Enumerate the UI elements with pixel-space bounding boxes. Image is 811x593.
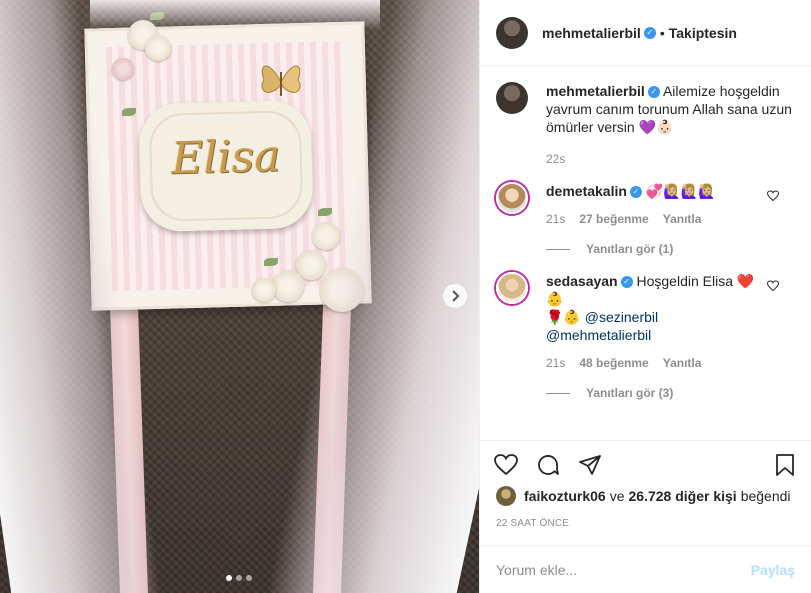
caption: mehmetalierbil ✓ Ailemize hoşgeldin yavru… xyxy=(496,82,795,168)
comment-likes[interactable]: 48 beğenme xyxy=(579,354,648,372)
comment: sedasayan ✓ Hoşgeldin Elisa ❤️👶 🌹👶 @sezin… xyxy=(496,272,795,402)
comment-time: 21s xyxy=(546,356,566,370)
view-replies-button[interactable]: Yanıtları gör (1) xyxy=(546,240,795,258)
leaf xyxy=(264,258,278,266)
carousel-dot xyxy=(246,575,252,581)
butterfly-decoration xyxy=(261,65,301,96)
commenter-avatar[interactable] xyxy=(496,272,528,304)
post-comment-button[interactable]: Paylaş xyxy=(751,562,795,578)
author-username[interactable]: mehmetalierbil xyxy=(542,25,641,41)
save-button[interactable] xyxy=(771,451,799,479)
carousel-dots xyxy=(226,575,252,581)
paper-flower xyxy=(252,278,276,302)
caption-time: 22s xyxy=(546,152,566,166)
carousel-dot-active xyxy=(226,575,232,581)
liker-avatar[interactable] xyxy=(496,486,516,506)
carousel-dot xyxy=(236,575,242,581)
author-avatar[interactable] xyxy=(496,16,528,49)
paper-flower xyxy=(112,58,134,80)
paper-flower xyxy=(145,35,171,61)
view-replies-label: Yanıtları gör (1) xyxy=(586,242,674,256)
post-view: Elisa mehmetalierbil ✓ • Takiptesin mehm… xyxy=(0,0,811,593)
mention-link[interactable]: @mehmetalierbil xyxy=(546,327,651,343)
chevron-right-icon xyxy=(452,290,460,302)
follow-status-button[interactable]: Takiptesin xyxy=(669,25,737,41)
post-actions xyxy=(480,440,811,488)
comment-username[interactable]: sedasayan xyxy=(546,273,618,289)
comment: demetakalin ✓ 💞🙋🏼‍♀️🙋🏼‍♀️🙋🏼‍♀️ 21s 27 beğ… xyxy=(496,182,795,258)
likes-summary: faikozturk06 ve 26.728 diğer kişi beğend… xyxy=(496,486,791,506)
comment-likes[interactable]: 27 beğenme xyxy=(579,210,648,228)
post-timestamp: 22 SAAT ÖNCE xyxy=(496,518,570,529)
paper-flower xyxy=(312,222,340,250)
verified-icon: ✓ xyxy=(647,86,660,99)
comment-username[interactable]: demetakalin xyxy=(546,183,627,199)
comments-list: mehmetalierbil ✓ Ailemize hoşgeldin yavru… xyxy=(480,66,811,440)
reply-button[interactable]: Yanıtla xyxy=(663,354,702,372)
post-media[interactable]: Elisa xyxy=(0,0,479,593)
comment-icon xyxy=(538,454,559,475)
share-icon xyxy=(579,454,601,475)
caption-username[interactable]: mehmetalierbil xyxy=(546,83,645,99)
likes-connector: ve xyxy=(609,488,625,504)
leaf xyxy=(318,208,332,216)
name-plaque: Elisa xyxy=(138,99,314,233)
mention-link[interactable]: @sezinerbil xyxy=(585,309,658,325)
heart-icon xyxy=(494,453,518,475)
verified-icon: ✓ xyxy=(620,276,633,289)
comment-button[interactable] xyxy=(534,451,562,479)
comment-text: 💞🙋🏼‍♀️🙋🏼‍♀️🙋🏼‍♀️ xyxy=(645,183,716,199)
likes-others-link[interactable]: 26.728 diğer kişi xyxy=(629,488,737,504)
post-header: mehmetalierbil ✓ • Takiptesin xyxy=(480,0,811,66)
share-button[interactable] xyxy=(576,451,604,479)
header-separator: • xyxy=(659,24,665,41)
comment-text-line2: 🌹👶 xyxy=(546,309,585,325)
carousel-next-button[interactable] xyxy=(443,284,467,308)
liker-username[interactable]: faikozturk06 xyxy=(524,488,606,504)
reply-button[interactable]: Yanıtla xyxy=(663,210,702,228)
like-button[interactable] xyxy=(492,451,520,479)
plaque-name: Elisa xyxy=(170,130,281,185)
commenter-avatar[interactable] xyxy=(496,182,528,214)
caption-avatar[interactable] xyxy=(496,82,528,114)
leaf xyxy=(122,108,136,116)
bookmark-icon xyxy=(776,453,794,476)
likes-suffix: beğendi xyxy=(740,488,791,504)
verified-icon: ✓ xyxy=(629,186,642,199)
post-sidebar: mehmetalierbil ✓ • Takiptesin mehmetalie… xyxy=(479,0,811,593)
view-replies-label: Yanıtları gör (3) xyxy=(586,386,674,400)
comment-like-heart-icon[interactable] xyxy=(767,190,779,202)
comment-time: 21s xyxy=(546,212,566,226)
view-replies-button[interactable]: Yanıtları gör (3) xyxy=(546,384,795,402)
comment-like-heart-icon[interactable] xyxy=(767,280,779,292)
add-comment-bar: Paylaş xyxy=(480,545,811,593)
curtain-top xyxy=(90,0,380,30)
comment-input[interactable] xyxy=(496,561,751,578)
verified-icon: ✓ xyxy=(643,26,656,39)
paper-flower xyxy=(272,270,304,302)
